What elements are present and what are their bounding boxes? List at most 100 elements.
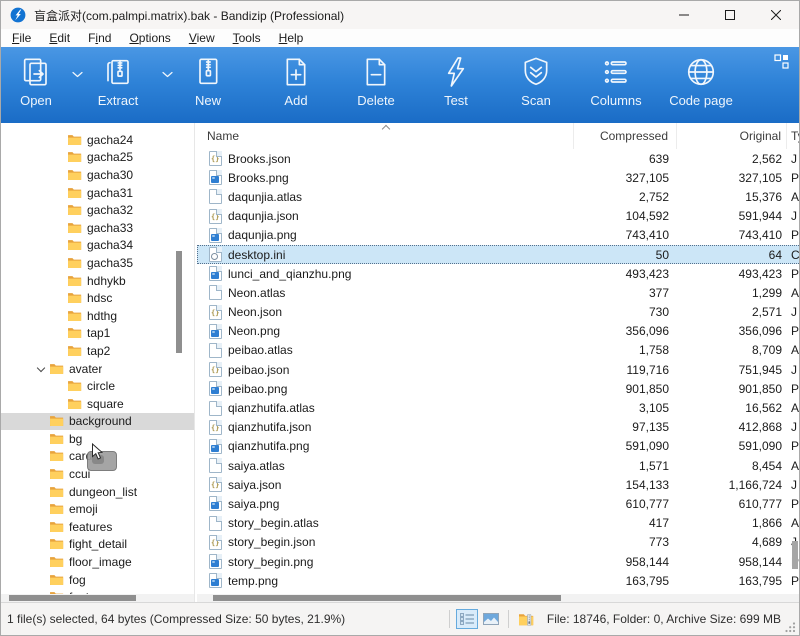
columns-button[interactable]: Columns: [587, 47, 645, 123]
tree-folder-item[interactable]: background: [1, 413, 194, 431]
expand-chevron-icon[interactable]: [53, 399, 67, 409]
list-horizontal-scrollbar-thumb[interactable]: [213, 595, 561, 601]
list-vertical-scrollbar[interactable]: [792, 123, 798, 594]
tree-folder-item[interactable]: gacha34: [1, 237, 194, 255]
column-header-original[interactable]: Original: [677, 123, 787, 149]
menu-item[interactable]: View: [180, 29, 224, 47]
tree-folder-item[interactable]: gacha24: [1, 131, 194, 149]
expand-chevron-icon[interactable]: [35, 416, 49, 426]
tree-vertical-scrollbar[interactable]: [176, 123, 182, 594]
expand-chevron-icon[interactable]: [35, 575, 49, 585]
expand-chevron-icon[interactable]: [53, 223, 67, 233]
scan-malware-button[interactable]: Scan: [507, 47, 565, 123]
column-header-compressed[interactable]: Compressed: [574, 123, 677, 149]
tree-folder-item[interactable]: fight_detail: [1, 536, 194, 554]
extract-dropdown-chevron-icon[interactable]: [155, 47, 179, 123]
tree-folder-item[interactable]: tap1: [1, 325, 194, 343]
file-row[interactable]: Neon.png 356,096 356,096 P: [197, 322, 800, 341]
expand-chevron-icon[interactable]: [35, 522, 49, 532]
thumbnail-view-button[interactable]: [480, 609, 502, 629]
tree-folder-item[interactable]: gacha33: [1, 219, 194, 237]
expand-chevron-icon[interactable]: [53, 381, 67, 391]
tree-folder-item[interactable]: square: [1, 395, 194, 413]
expand-chevron-icon[interactable]: [53, 276, 67, 286]
file-row[interactable]: temp.png 163,795 163,795 P: [197, 571, 800, 590]
file-row[interactable]: qianzhutifa.atlas 3,105 16,562 A: [197, 398, 800, 417]
expand-chevron-icon[interactable]: [53, 293, 67, 303]
menu-item[interactable]: Help: [270, 29, 313, 47]
file-row[interactable]: saiya.json 154,133 1,166,724 J: [197, 475, 800, 494]
file-row[interactable]: qianzhutifa.png 591,090 591,090 P: [197, 437, 800, 456]
extract-button[interactable]: Extract: [89, 47, 147, 123]
file-row[interactable]: peibao.json 119,716 751,945 J: [197, 360, 800, 379]
file-row[interactable]: Neon.atlas 377 1,299 A: [197, 283, 800, 302]
file-row[interactable]: story_begin.png 958,144 958,144 P: [197, 552, 800, 571]
expand-chevron-icon[interactable]: [53, 170, 67, 180]
test-archive-button[interactable]: Test: [427, 47, 485, 123]
expand-chevron-icon[interactable]: [35, 434, 49, 444]
code-page-button[interactable]: Code page: [659, 47, 743, 123]
expand-chevron-icon[interactable]: [35, 364, 49, 374]
file-row[interactable]: peibao.atlas 1,758 8,709 A: [197, 341, 800, 360]
maximize-button[interactable]: [707, 1, 753, 29]
expand-chevron-icon[interactable]: [53, 311, 67, 321]
close-button[interactable]: [753, 1, 799, 29]
file-row[interactable]: qianzhutifa.json 97,135 412,868 J: [197, 418, 800, 437]
open-dropdown-chevron-icon[interactable]: [65, 47, 89, 123]
tree-folder-item[interactable]: hdthg: [1, 307, 194, 325]
file-row[interactable]: story_begin.json 773 4,689 J: [197, 533, 800, 552]
file-row[interactable]: daqunjia.json 104,592 591,944 J: [197, 207, 800, 226]
new-archive-button[interactable]: New: [179, 47, 237, 123]
expand-chevron-icon[interactable]: [53, 152, 67, 162]
list-vertical-scrollbar-thumb[interactable]: [792, 541, 798, 569]
open-button[interactable]: Open: [7, 47, 65, 123]
tree-folder-item[interactable]: avater: [1, 360, 194, 378]
expand-chevron-icon[interactable]: [53, 240, 67, 250]
tree-folder-item[interactable]: emoji: [1, 500, 194, 518]
expand-chevron-icon[interactable]: [35, 451, 49, 461]
expand-chevron-icon[interactable]: [35, 504, 49, 514]
expand-chevron-icon[interactable]: [35, 539, 49, 549]
tree-folder-item[interactable]: gacha35: [1, 254, 194, 272]
tree-folder-item[interactable]: gacha32: [1, 201, 194, 219]
file-row[interactable]: Neon.json 730 2,571 J: [197, 303, 800, 322]
file-row[interactable]: lunci_and_qianzhu.png 493,423 493,423 P: [197, 264, 800, 283]
column-header-name[interactable]: Name: [197, 123, 574, 149]
expand-chevron-icon[interactable]: [53, 258, 67, 268]
tree-folder-item[interactable]: hdsc: [1, 289, 194, 307]
menu-item[interactable]: Edit: [40, 29, 79, 47]
tree-vertical-scrollbar-thumb[interactable]: [176, 251, 182, 353]
file-row[interactable]: peibao.png 901,850 901,850 P: [197, 379, 800, 398]
tree-folder-item[interactable]: bg: [1, 430, 194, 448]
add-files-button[interactable]: Add: [267, 47, 325, 123]
expand-chevron-icon[interactable]: [35, 557, 49, 567]
tree-horizontal-scrollbar[interactable]: [1, 594, 194, 602]
tree-folder-item[interactable]: circle: [1, 377, 194, 395]
expand-chevron-icon[interactable]: [53, 135, 67, 145]
archive-folder-button[interactable]: [515, 609, 537, 629]
tree-folder-item[interactable]: floor_image: [1, 553, 194, 571]
list-horizontal-scrollbar[interactable]: [197, 594, 800, 602]
tree-folder-item[interactable]: fog: [1, 571, 194, 589]
file-row[interactable]: daqunjia.atlas 2,752 15,376 A: [197, 187, 800, 206]
tree-folder-item[interactable]: dungeon_list: [1, 483, 194, 501]
file-row[interactable]: saiya.png 610,777 610,777 P: [197, 494, 800, 513]
tree-folder-item[interactable]: gacha31: [1, 184, 194, 202]
tree-folder-item[interactable]: gacha30: [1, 166, 194, 184]
expand-chevron-icon[interactable]: [53, 346, 67, 356]
file-row[interactable]: story_begin.atlas 417 1,866 A: [197, 514, 800, 533]
resize-grip[interactable]: [785, 622, 796, 633]
minimize-button[interactable]: [661, 1, 707, 29]
tree-folder-item[interactable]: ccui: [1, 465, 194, 483]
delete-files-button[interactable]: Delete: [347, 47, 405, 123]
menu-item[interactable]: Find: [79, 29, 120, 47]
file-row[interactable]: daqunjia.png 743,410 743,410 P: [197, 226, 800, 245]
menu-item[interactable]: Tools: [224, 29, 270, 47]
expand-chevron-icon[interactable]: [53, 188, 67, 198]
tree-horizontal-scrollbar-thumb[interactable]: [9, 595, 136, 601]
tree-folder-item[interactable]: gacha25: [1, 149, 194, 167]
expand-chevron-icon[interactable]: [53, 205, 67, 215]
details-view-button[interactable]: [456, 609, 478, 629]
file-row[interactable]: Brooks.json 639 2,562 J: [197, 149, 800, 168]
layout-grid-icon[interactable]: [774, 54, 789, 69]
